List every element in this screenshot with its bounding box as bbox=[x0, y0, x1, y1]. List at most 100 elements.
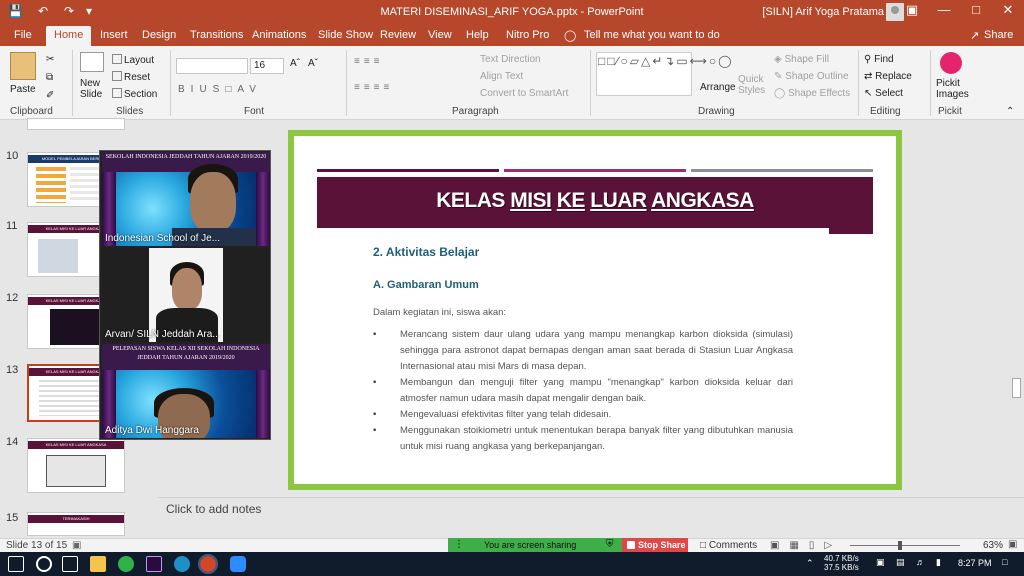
stop-share-button[interactable]: Stop Share bbox=[622, 538, 688, 553]
tray-chevron-icon[interactable]: ⌃ bbox=[806, 558, 814, 569]
display-icon[interactable]: ▣ bbox=[876, 557, 885, 568]
quick-styles-button[interactable]: Quick Styles bbox=[738, 74, 768, 96]
drag-handle-icon[interactable]: ⋮ bbox=[454, 539, 464, 550]
collapse-ribbon-icon[interactable]: ⌃ bbox=[1006, 106, 1014, 117]
bullet-item[interactable]: • Merancang sistem daur ulang udara yang … bbox=[373, 327, 793, 375]
video-tile[interactable]: SEKOLAH INDONESIA JEDDAH TAHUN AJARAN 20… bbox=[102, 152, 270, 246]
slide-thumbnail[interactable] bbox=[27, 118, 125, 130]
reset-button[interactable]: Reset bbox=[112, 71, 150, 83]
increase-font-icon[interactable]: Aˆ bbox=[290, 58, 300, 69]
text-direction-button[interactable]: Text Direction bbox=[480, 54, 541, 65]
video-tile[interactable]: PELEPASAN SISWA KELAS XII SEKOLAH INDONE… bbox=[102, 344, 270, 438]
align-icons[interactable]: ≡≡≡≡ bbox=[354, 82, 393, 93]
font-size-input[interactable]: 16 bbox=[250, 58, 284, 74]
tab-review[interactable]: Review bbox=[380, 29, 416, 41]
font-format-icons[interactable]: BIUS□AV bbox=[178, 84, 262, 95]
pickit-icon[interactable] bbox=[940, 52, 962, 74]
find-button[interactable]: ⚲ Find bbox=[864, 54, 894, 65]
video-gallery-panel[interactable]: SEKOLAH INDONESIA JEDDAH TAHUN AJARAN 20… bbox=[99, 150, 271, 440]
close-icon[interactable]: ✕ bbox=[996, 2, 1020, 22]
intro-text[interactable]: Dalam kegiatan ini, siswa akan: bbox=[373, 307, 506, 318]
battery-icon[interactable]: ▮ bbox=[936, 557, 941, 568]
video-tile[interactable]: Arvan/ SILN Jeddah Ara... bbox=[102, 248, 270, 342]
slide-thumbnail[interactable]: KELAS MISI KE LUAR ANGKASA bbox=[27, 438, 125, 493]
shapes-gallery[interactable]: □□∕○▱△↵↴▭⟷○◯ bbox=[596, 52, 732, 96]
decrease-font-icon[interactable]: Aˇ bbox=[308, 58, 318, 69]
copy-icon[interactable]: ⧉ bbox=[46, 72, 53, 83]
whatsapp-icon[interactable] bbox=[118, 556, 134, 572]
view-mode-icons[interactable]: ▣▦▯▷ bbox=[770, 540, 842, 551]
tab-help[interactable]: Help bbox=[466, 29, 489, 41]
tab-animations[interactable]: Animations bbox=[252, 29, 306, 41]
zoom-app-icon[interactable] bbox=[230, 556, 246, 572]
zoom-slider-thumb[interactable] bbox=[898, 541, 902, 550]
shape-outline-button[interactable]: ✎ Shape Outline bbox=[774, 71, 849, 82]
pickit-images-button[interactable]: Pickit Images bbox=[936, 78, 970, 100]
premiere-icon[interactable] bbox=[146, 556, 162, 572]
powerpoint-icon[interactable] bbox=[198, 554, 218, 574]
tab-nitro-pro[interactable]: Nitro Pro bbox=[506, 29, 549, 41]
edge-icon[interactable] bbox=[174, 556, 190, 572]
list-icons[interactable]: ≡≡≡ bbox=[354, 56, 384, 67]
notes-placeholder[interactable]: Click to add notes bbox=[166, 502, 261, 516]
font-name-input[interactable] bbox=[176, 58, 248, 74]
comments-button[interactable]: □ Comments bbox=[700, 540, 757, 551]
paste-icon[interactable] bbox=[10, 52, 36, 80]
tab-slide-show[interactable]: Slide Show bbox=[318, 29, 373, 41]
start-icon[interactable] bbox=[8, 556, 24, 572]
zoom-slider[interactable] bbox=[850, 545, 960, 546]
align-text-button[interactable]: Align Text bbox=[480, 71, 523, 82]
volume-icon[interactable]: ♬ bbox=[916, 557, 925, 567]
new-slide-icon[interactable] bbox=[80, 52, 104, 72]
cut-icon[interactable]: ✂ bbox=[46, 54, 54, 65]
spellcheck-icon[interactable]: ▣ bbox=[72, 540, 81, 551]
editor-scrollbar[interactable] bbox=[1010, 120, 1024, 498]
paste-button[interactable]: Paste bbox=[10, 84, 36, 95]
notes-pane[interactable]: Click to add notes bbox=[158, 497, 1024, 517]
tab-transitions[interactable]: Transitions bbox=[190, 29, 243, 41]
slide-title-banner[interactable]: KELAS MISI KE LUAR ANGKASA bbox=[317, 177, 873, 234]
zoom-level[interactable]: 63% bbox=[983, 540, 1003, 551]
minimize-icon[interactable]: — bbox=[932, 2, 956, 22]
ribbon-display-icon[interactable]: ▣ bbox=[900, 2, 924, 22]
tab-view[interactable]: View bbox=[428, 29, 452, 41]
notification-icon[interactable]: □ bbox=[1002, 557, 1007, 567]
bullet-item[interactable]: • Mengevaluasi efektivitas filter yang te… bbox=[373, 407, 793, 423]
shape-fill-button[interactable]: ◈ Shape Fill bbox=[774, 54, 829, 65]
fit-slide-icon[interactable]: ▣ bbox=[1008, 539, 1017, 550]
network-icon[interactable]: ▤ bbox=[896, 557, 905, 568]
search-icon[interactable] bbox=[36, 556, 52, 572]
maximize-icon[interactable]: □ bbox=[964, 2, 988, 22]
arrange-button[interactable]: Arrange bbox=[700, 82, 736, 93]
slide-thumbnail[interactable]: TERIMAKASIH bbox=[27, 512, 125, 536]
sub-heading[interactable]: A. Gambaran Umum bbox=[373, 279, 479, 291]
task-view-icon[interactable] bbox=[62, 556, 78, 572]
screen-sharing-bar[interactable]: ⋮ You are screen sharing ⛨ bbox=[448, 538, 622, 553]
share-button[interactable]: Share bbox=[984, 29, 1013, 41]
tell-me-search[interactable]: Tell me what you want to do bbox=[584, 29, 720, 41]
shape-outline-label: Shape Outline bbox=[785, 71, 849, 82]
layout-button[interactable]: Layout bbox=[112, 54, 154, 66]
shape-effects-button[interactable]: ◯ Shape Effects bbox=[774, 88, 850, 99]
slide-title[interactable]: KELAS MISI KE LUAR ANGKASA bbox=[317, 189, 873, 213]
scrollbar-thumb[interactable] bbox=[1012, 378, 1021, 398]
replace-button[interactable]: ⇄ Replace bbox=[864, 71, 912, 82]
convert-smartart-button[interactable]: Convert to SmartArt bbox=[480, 88, 568, 99]
clock[interactable]: 8:27 PM bbox=[958, 558, 992, 568]
file-explorer-icon[interactable] bbox=[90, 556, 106, 572]
select-button[interactable]: ↖ Select bbox=[864, 88, 903, 99]
slide-canvas[interactable]: KELAS MISI KE LUAR ANGKASA 2. Aktivitas … bbox=[294, 136, 896, 484]
tab-home[interactable]: Home bbox=[46, 26, 92, 46]
format-painter-icon[interactable]: ✐ bbox=[46, 90, 54, 101]
tab-design[interactable]: Design bbox=[142, 29, 176, 41]
bullet-item[interactable]: • Menggunakan stoikiometri untuk menentuk… bbox=[373, 423, 793, 455]
bullet-item[interactable]: • Membangun dan menguji filter yang mampu… bbox=[373, 375, 793, 407]
section-heading[interactable]: 2. Aktivitas Belajar bbox=[373, 245, 479, 259]
section-button[interactable]: Section bbox=[112, 88, 157, 100]
new-slide-button[interactable]: New Slide bbox=[80, 78, 108, 100]
tab-insert[interactable]: Insert bbox=[100, 29, 128, 41]
share-icon[interactable]: ↗ bbox=[970, 29, 979, 42]
tab-file[interactable]: File bbox=[14, 29, 32, 41]
ribbon-tabs: File Home Insert Design Transitions Anim… bbox=[0, 24, 1024, 46]
user-name[interactable]: [SILN] Arif Yoga Pratama bbox=[762, 6, 884, 18]
